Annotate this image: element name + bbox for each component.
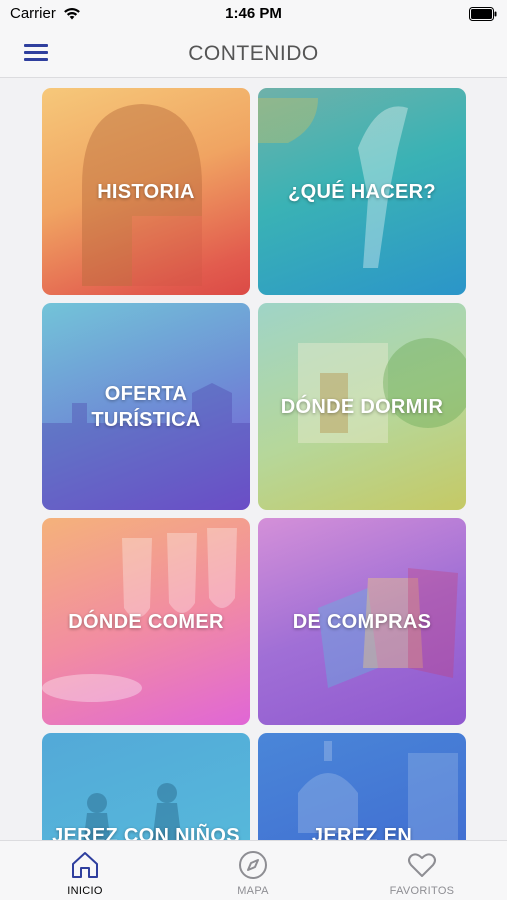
- tab-favoritos-label: FAVORITOS: [389, 885, 455, 897]
- tile-label: DÓNDE DORMIR: [280, 395, 444, 418]
- tile-label: DÓNDE COMER: [68, 610, 224, 633]
- tab-mapa[interactable]: MAPA: [193, 841, 313, 900]
- tile-oferta-turistica[interactable]: OFERTA TURÍSTICA: [42, 303, 250, 510]
- tile-label: HISTORIA: [97, 180, 195, 203]
- tile-jerez-en[interactable]: JEREZ EN: [258, 733, 466, 840]
- tab-mapa-label: MAPA: [237, 885, 269, 897]
- tab-inicio[interactable]: INICIO: [25, 841, 145, 900]
- tile-que-hacer[interactable]: ¿QUÉ HACER?: [258, 88, 466, 295]
- compass-icon: [239, 851, 267, 879]
- battery-icon: [469, 7, 497, 21]
- home-icon: [72, 852, 98, 878]
- content-grid: HISTORIA ¿QUÉ HACER? OFERTA TURÍSTICA DÓ…: [42, 88, 466, 840]
- tile-label: JEREZ EN: [311, 825, 413, 840]
- tile-label: DE COMPRAS: [292, 610, 432, 633]
- page-title: CONTENIDO: [188, 42, 319, 65]
- tab-bar: INICIO MAPA FAVORITOS: [0, 840, 507, 900]
- clock: 1:46 PM: [225, 5, 282, 22]
- tile-historia[interactable]: HISTORIA: [42, 88, 250, 295]
- tile-jerez-con-ninos[interactable]: JEREZ CON NIÑOS: [42, 733, 250, 840]
- status-bar: Carrier 1:46 PM: [0, 0, 507, 30]
- tab-favoritos[interactable]: FAVORITOS: [362, 841, 482, 900]
- tab-inicio-label: INICIO: [67, 885, 103, 897]
- tile-donde-dormir[interactable]: DÓNDE DORMIR: [258, 303, 466, 510]
- tile-donde-comer[interactable]: DÓNDE COMER: [42, 518, 250, 725]
- heart-icon: [408, 853, 436, 877]
- tile-label: OFERTA TURÍSTICA: [91, 382, 201, 431]
- tile-label: ¿QUÉ HACER?: [288, 180, 436, 203]
- tile-de-compras[interactable]: DE COMPRAS: [258, 518, 466, 725]
- navigation-bar: CONTENIDO: [0, 30, 507, 78]
- tile-label: JEREZ CON NIÑOS: [52, 825, 240, 840]
